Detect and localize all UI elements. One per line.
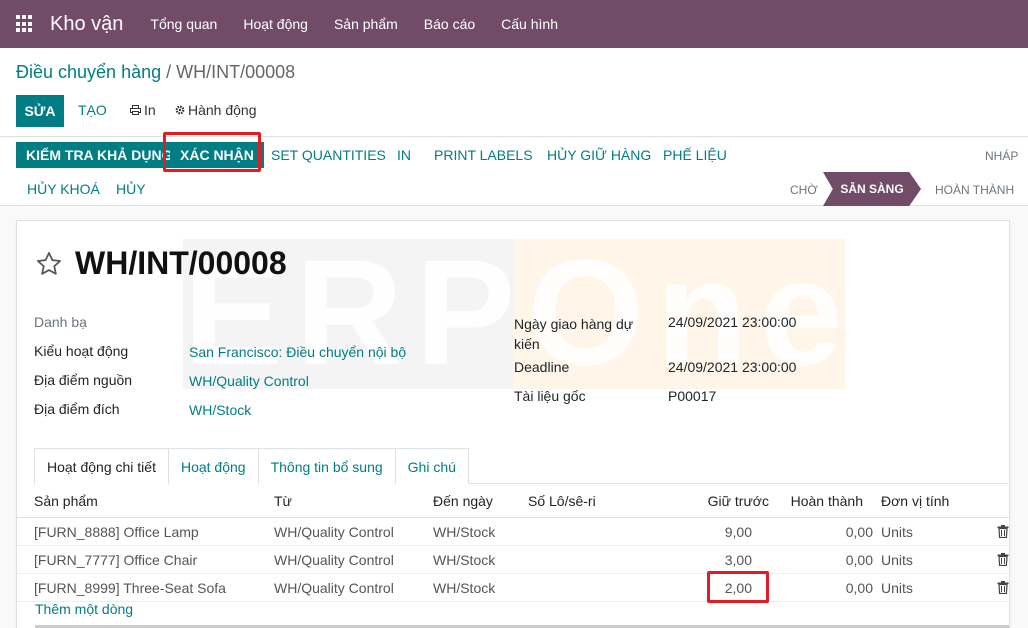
nav-operations[interactable]: Hoạt động [243,16,308,32]
notebook-tabs: Hoạt động chi tiết Hoạt động Thông tin b… [34,448,1008,485]
stage-draft[interactable]: NHÁP [985,149,1018,163]
create-button[interactable]: TẠO [78,102,107,118]
tab-operations[interactable]: Hoạt động [167,448,259,484]
set-quantities-button[interactable]: SET QUANTITIES [271,147,386,163]
row-product[interactable]: [FURN_8888] Office Lamp [34,518,199,545]
trash-icon[interactable] [997,518,1009,545]
breadcrumb-parent[interactable]: Điều chuyển hàng [16,62,161,82]
row-reserved[interactable]: 9,00 [637,518,752,545]
gear-icon [175,105,185,115]
check-availability-button[interactable]: KIỂM TRA KHẢ DỤNG [16,142,183,168]
tab-note[interactable]: Ghi chú [394,448,469,484]
row-from[interactable]: WH/Quality Control [274,574,394,601]
row-to[interactable]: WH/Stock [433,518,495,545]
row-reserved[interactable]: 3,00 [637,546,752,573]
source-document-label: Tài liệu gốc [514,388,586,404]
print-dropdown[interactable]: In [130,102,156,118]
col-product[interactable]: Sản phẩm [34,484,98,517]
stage-waiting[interactable]: CHỜ [790,183,818,197]
breadcrumb-current: WH/INT/00008 [176,62,296,82]
stage-ready[interactable]: SẴN SÀNG [823,172,921,206]
col-reserved[interactable]: Giữ trước [637,484,769,517]
breadcrumb-separator: / [166,62,172,82]
scrap-button[interactable]: PHẾ LIỆU [663,147,727,163]
print-button[interactable]: IN [397,147,411,163]
nav-overview[interactable]: Tổng quan [150,16,217,32]
reserved-highlight-box [707,571,769,603]
confirm-highlight-box [163,132,261,172]
status-bar: KIỂM TRA KHẢ DỤNG XÁC NHẬN SET QUANTITIE… [0,132,1028,206]
row-to[interactable]: WH/Stock [433,574,495,601]
action-dropdown[interactable]: Hành động [175,102,257,118]
row-done[interactable]: 0,00 [777,518,873,545]
row-from[interactable]: WH/Quality Control [274,518,394,545]
table-row[interactable]: [FURN_8999] Three-Seat Sofa WH/Quality C… [17,571,1009,603]
row-product[interactable]: [FURN_8999] Three-Seat Sofa [34,574,226,601]
add-line-link[interactable]: Thêm một dòng [35,601,133,617]
breadcrumb: Điều chuyển hàng / WH/INT/00008 [16,62,295,83]
unlock-button[interactable]: HỦY KHOÁ [27,181,100,197]
row-from[interactable]: WH/Quality Control [274,546,394,573]
row-uom[interactable]: Units [881,574,913,601]
row-uom[interactable]: Units [881,518,913,545]
col-lot[interactable]: Số Lô/sê-ri [528,484,596,517]
destination-location-field[interactable]: WH/Stock [189,402,251,418]
source-document-field[interactable]: P00017 [668,388,716,404]
col-from[interactable]: Từ [274,484,292,517]
col-uom[interactable]: Đơn vị tính [881,484,949,517]
source-location-label: Địa điểm nguồn [34,372,133,388]
edit-button[interactable]: SỬA [16,95,64,127]
row-done[interactable]: 0,00 [777,546,873,573]
nav-configuration[interactable]: Cấu hình [501,16,558,32]
trash-icon[interactable] [997,574,1009,601]
nav-products[interactable]: Sản phẩm [334,16,398,32]
nav-reporting[interactable]: Báo cáo [424,16,475,32]
unreserve-button[interactable]: HỦY GIỮ HÀNG [547,147,651,163]
print-label: In [144,102,156,118]
source-location-field[interactable]: WH/Quality Control [189,373,309,389]
deadline-label: Deadline [514,359,570,375]
table-header: Sản phẩm Từ Đến ngày Số Lô/sê-ri Giữ trư… [17,484,1009,518]
table-row[interactable]: [FURN_8888] Office Lamp WH/Quality Contr… [17,518,1009,546]
partner-label: Danh bạ [34,314,87,330]
row-uom[interactable]: Units [881,546,913,573]
cancel-button[interactable]: HỦY [116,181,146,197]
destination-location-label: Địa điểm đích [34,401,120,417]
title-row: WH/INT/00008 [35,245,287,282]
deadline-field[interactable]: 24/09/2021 23:00:00 [668,359,796,375]
scheduled-date-field[interactable]: 24/09/2021 23:00:00 [668,314,796,330]
print-labels-button[interactable]: PRINT LABELS [434,147,533,163]
row-to[interactable]: WH/Stock [433,546,495,573]
record-title: WH/INT/00008 [75,245,287,281]
app-name[interactable]: Kho vận [50,13,123,36]
operation-type-label: Kiểu hoạt động [34,343,129,359]
col-to[interactable]: Đến ngày [433,484,493,517]
row-done[interactable]: 0,00 [777,574,873,601]
trash-icon[interactable] [997,546,1009,573]
scheduled-date-label: Ngày giao hàng dự kiến [514,316,634,352]
apps-menu-icon[interactable] [16,15,34,33]
tab-additional-info[interactable]: Thông tin bổ sung [257,448,396,484]
top-navbar: Kho vận Tổng quan Hoạt động Sản phẩm Báo… [0,0,1028,48]
row-product[interactable]: [FURN_7777] Office Chair [34,546,197,573]
stage-done[interactable]: HOÀN THÀNH [935,183,1014,197]
star-icon[interactable] [35,250,63,278]
table-row[interactable]: [FURN_7777] Office Chair WH/Quality Cont… [17,546,1009,574]
control-panel: Điều chuyển hàng / WH/INT/00008 SỬA TẠO … [0,48,1028,136]
move-lines-table: Sản phẩm Từ Đến ngày Số Lô/sê-ri Giữ trư… [17,484,1009,603]
print-icon [130,105,141,115]
form-sheet: ERPOne WH/INT/00008 Danh bạ Kiểu hoạt độ… [16,220,1010,628]
tab-detailed-operations[interactable]: Hoạt động chi tiết [34,448,169,485]
col-done[interactable]: Hoàn thành [777,484,863,517]
action-label: Hành động [188,102,257,118]
operation-type-field[interactable]: San Francisco: Điều chuyển nội bộ [189,344,406,360]
